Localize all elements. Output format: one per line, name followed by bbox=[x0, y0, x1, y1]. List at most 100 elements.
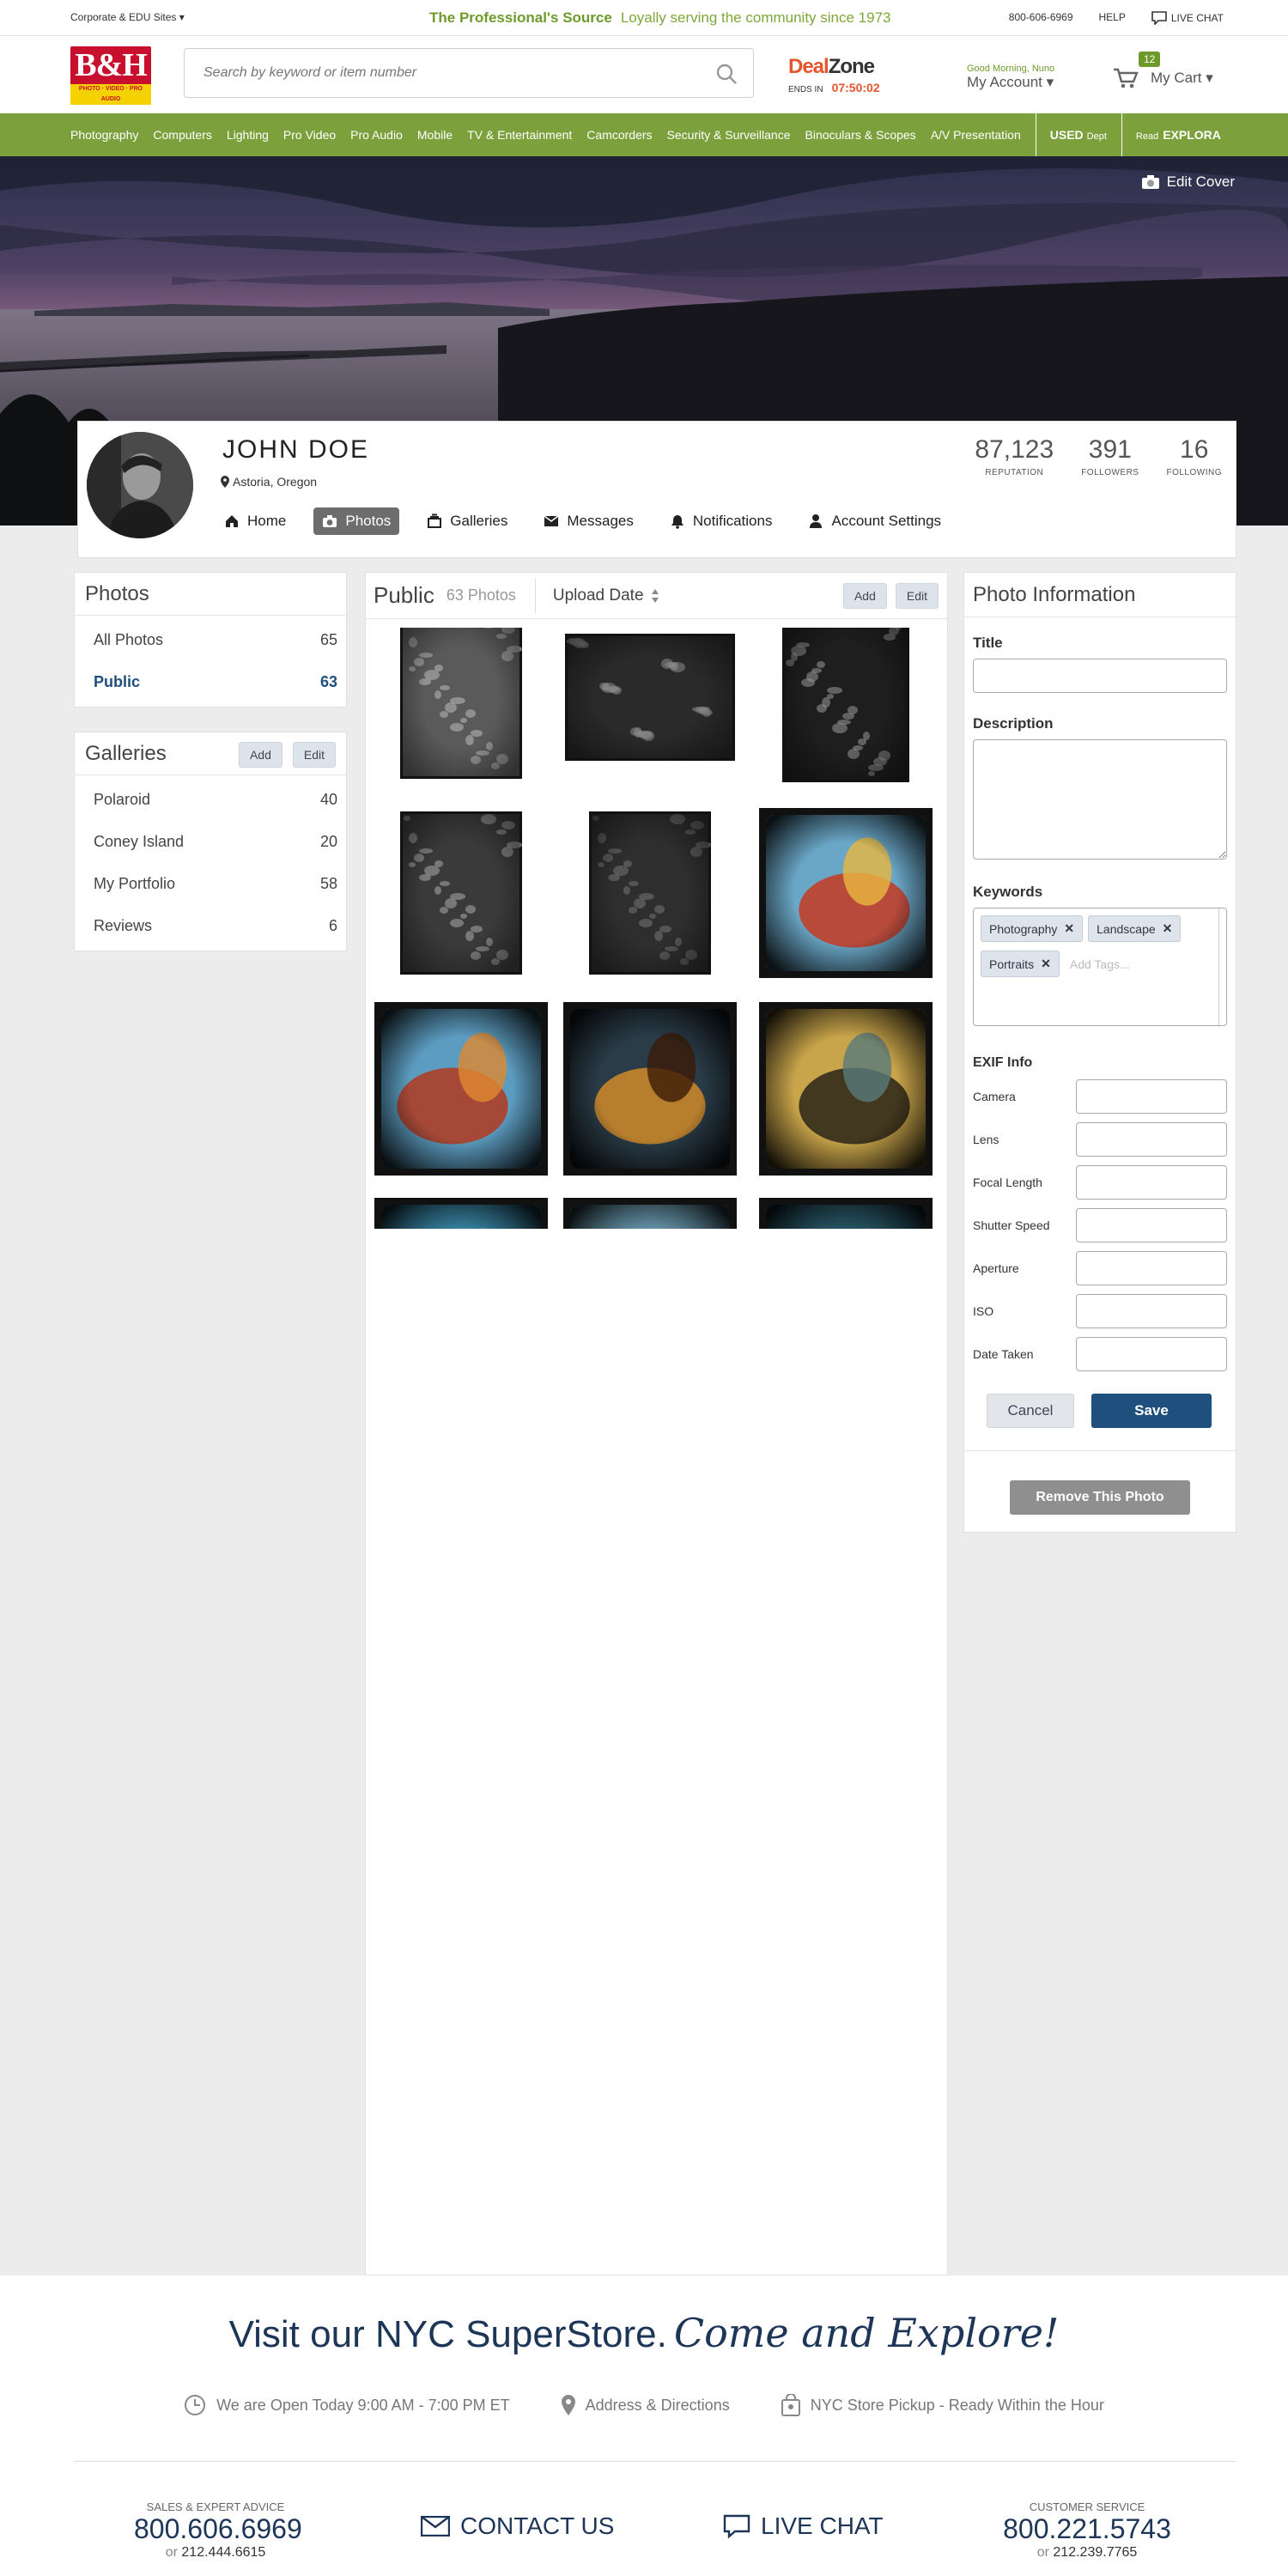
tab-label: Galleries bbox=[450, 513, 508, 529]
exif-aperture-input[interactable] bbox=[1076, 1251, 1227, 1285]
nav-item-camcorders[interactable]: Camcorders bbox=[586, 128, 652, 142]
address-link[interactable]: Address & Directions bbox=[561, 2394, 730, 2416]
help-link[interactable]: HELP bbox=[1099, 11, 1126, 25]
stat-following[interactable]: 16 FOLLOWING bbox=[1152, 435, 1236, 477]
exif-row-aperture: Aperture bbox=[973, 1251, 1227, 1285]
add-photo-button[interactable]: Add bbox=[842, 583, 887, 609]
keywords-field[interactable]: Photography ✕ Landscape ✕ Portraits ✕ Add Tags… bbox=[973, 908, 1227, 1026]
exif-date-taken-input[interactable] bbox=[1076, 1337, 1227, 1371]
photo-thumbnail[interactable] bbox=[759, 808, 933, 978]
contact-us-label: CONTACT US bbox=[460, 2512, 615, 2539]
location-pin-icon bbox=[561, 2395, 575, 2415]
nav-item-mobile[interactable]: Mobile bbox=[417, 128, 453, 142]
avatar[interactable] bbox=[87, 432, 193, 538]
sidebar-item-reviews[interactable]: Reviews 6 bbox=[75, 905, 346, 947]
sidebar-item-coney-island[interactable]: Coney Island 20 bbox=[75, 821, 346, 863]
user-icon bbox=[810, 514, 823, 528]
sidebar-item-public[interactable]: Public 63 bbox=[75, 661, 346, 703]
cs-phone[interactable]: 800.221.5743 bbox=[1001, 2513, 1173, 2545]
save-button[interactable]: Save bbox=[1091, 1394, 1212, 1428]
exif-iso-input[interactable] bbox=[1076, 1294, 1227, 1328]
exif-lens-input[interactable] bbox=[1076, 1122, 1227, 1157]
nav-item-binoculars-and-scopes[interactable]: Binoculars & Scopes bbox=[805, 128, 916, 142]
exif-camera-input[interactable] bbox=[1076, 1079, 1227, 1114]
live-chat-link[interactable]: LIVE CHAT bbox=[1151, 11, 1224, 25]
contact-us-link[interactable]: CONTACT US bbox=[421, 2512, 614, 2540]
tab-notifications[interactable]: Notifications bbox=[661, 507, 781, 535]
tab-account-settings[interactable]: Account Settings bbox=[799, 507, 950, 535]
galleries-panel-title: Galleries bbox=[85, 741, 167, 765]
photo-thumbnail[interactable] bbox=[400, 628, 522, 779]
exif-shutter-speed-input[interactable] bbox=[1076, 1208, 1227, 1242]
edit-galleries-button[interactable]: Edit bbox=[292, 742, 336, 768]
stat-reputation[interactable]: 87,123 REPUTATION bbox=[961, 435, 1067, 477]
tab-home[interactable]: Home bbox=[216, 507, 295, 535]
shopping-bag-icon bbox=[781, 2394, 800, 2416]
my-account-menu[interactable]: Good Morning, Nuno My Account ▾ bbox=[967, 64, 1054, 91]
sales-phone[interactable]: 800.606.6969 bbox=[134, 2513, 302, 2545]
cart-button[interactable]: 12 My Cart ▾ bbox=[1113, 52, 1213, 89]
nav-item-tv-and-entertainment[interactable]: TV & Entertainment bbox=[467, 128, 572, 142]
photos-panel: Photos All Photos 65 Public 63 bbox=[74, 572, 347, 708]
nav-item-photography[interactable]: Photography bbox=[70, 128, 138, 142]
galleries-panel-header: Galleries Add Edit bbox=[75, 732, 346, 775]
photo-thumbnail[interactable] bbox=[589, 811, 711, 975]
keyword-chip: Photography ✕ bbox=[981, 915, 1084, 942]
sort-dropdown[interactable]: Upload Date bbox=[553, 586, 659, 605]
photo-thumbnail[interactable] bbox=[759, 1002, 933, 1176]
title-input[interactable] bbox=[973, 659, 1227, 693]
nav-item-a-v-presentation[interactable]: A/V Presentation bbox=[931, 128, 1021, 142]
photo-thumbnail[interactable] bbox=[563, 1198, 737, 1229]
store-pickup-link[interactable]: NYC Store Pickup - Ready Within the Hour bbox=[781, 2394, 1104, 2416]
cart-label: My Cart ▾ bbox=[1151, 70, 1213, 86]
edit-photos-button[interactable]: Edit bbox=[895, 583, 939, 609]
sidebar-item-my-portfolio[interactable]: My Portfolio 58 bbox=[75, 863, 346, 905]
nav-item-pro-video[interactable]: Pro Video bbox=[283, 128, 336, 142]
stat-followers[interactable]: 391 FOLLOWERS bbox=[1067, 435, 1152, 477]
photo-thumbnail[interactable] bbox=[400, 811, 522, 975]
search-input[interactable] bbox=[185, 49, 691, 97]
nav-item-lighting[interactable]: Lighting bbox=[227, 128, 269, 142]
keyword-input[interactable]: Add Tags... bbox=[1070, 957, 1130, 971]
sales-alt-phone[interactable]: 212.444.6615 bbox=[181, 2545, 265, 2560]
nav-item-security-and-surveillance[interactable]: Security & Surveillance bbox=[667, 128, 791, 142]
edit-cover-button[interactable]: Edit Cover bbox=[1141, 173, 1235, 191]
corporate-sites-link[interactable]: Corporate & EDU Sites ▾ bbox=[70, 11, 185, 23]
add-gallery-button[interactable]: Add bbox=[238, 742, 283, 768]
remove-keyword-icon[interactable]: ✕ bbox=[1064, 921, 1074, 936]
galleries-panel: Galleries Add Edit Polaroid 40 Coney Islan… bbox=[74, 732, 347, 951]
nav-item-explora[interactable]: Read EXPLORA bbox=[1136, 128, 1221, 142]
bh-logo[interactable]: B&H PHOTO · VIDEO · PRO AUDIO bbox=[70, 46, 151, 105]
deal-zone[interactable]: DealZone ENDS IN 07:50:02 bbox=[788, 55, 880, 94]
cancel-button[interactable]: Cancel bbox=[987, 1394, 1074, 1428]
photo-thumbnail[interactable] bbox=[759, 1198, 933, 1229]
photo-thumbnail[interactable] bbox=[782, 628, 909, 782]
photo-thumbnail[interactable] bbox=[563, 1002, 737, 1176]
exif-focal-length-input[interactable] bbox=[1076, 1165, 1227, 1200]
cs-alt-phone[interactable]: 212.239.7765 bbox=[1053, 2545, 1137, 2560]
nav-item-computers[interactable]: Computers bbox=[153, 128, 211, 142]
avatar-image bbox=[87, 432, 193, 538]
tab-galleries[interactable]: Galleries bbox=[418, 507, 516, 535]
photo-thumbnail[interactable] bbox=[565, 634, 735, 761]
keyword-label: Photography bbox=[989, 921, 1058, 936]
sidebar-item-all-photos[interactable]: All Photos 65 bbox=[75, 619, 346, 661]
description-input[interactable] bbox=[973, 739, 1227, 860]
nav-item-pro-audio[interactable]: Pro Audio bbox=[350, 128, 403, 142]
search-icon[interactable] bbox=[715, 63, 738, 85]
keywords-label: Keywords bbox=[973, 884, 1043, 900]
nav-item-used-dept[interactable]: USED Dept bbox=[1050, 128, 1107, 142]
tab-messages[interactable]: Messages bbox=[535, 507, 641, 535]
photo-thumbnail[interactable] bbox=[374, 1198, 548, 1229]
read-label: Read bbox=[1135, 131, 1159, 142]
remove-keyword-icon[interactable]: ✕ bbox=[1163, 921, 1173, 936]
sidebar-item-polaroid[interactable]: Polaroid 40 bbox=[75, 779, 346, 821]
photo-thumbnail[interactable] bbox=[374, 1002, 548, 1176]
remove-photo-button[interactable]: Remove This Photo bbox=[1010, 1480, 1190, 1515]
remove-keyword-icon[interactable]: ✕ bbox=[1041, 957, 1051, 971]
exif-label: Focal Length bbox=[973, 1176, 1042, 1189]
live-chat-footer-link[interactable]: LIVE CHAT bbox=[723, 2512, 884, 2540]
phone-link[interactable]: 800-606-6969 bbox=[1009, 11, 1073, 25]
deal-zone-logo-b: Zone bbox=[828, 55, 875, 78]
tab-photos[interactable]: Photos bbox=[313, 507, 400, 535]
